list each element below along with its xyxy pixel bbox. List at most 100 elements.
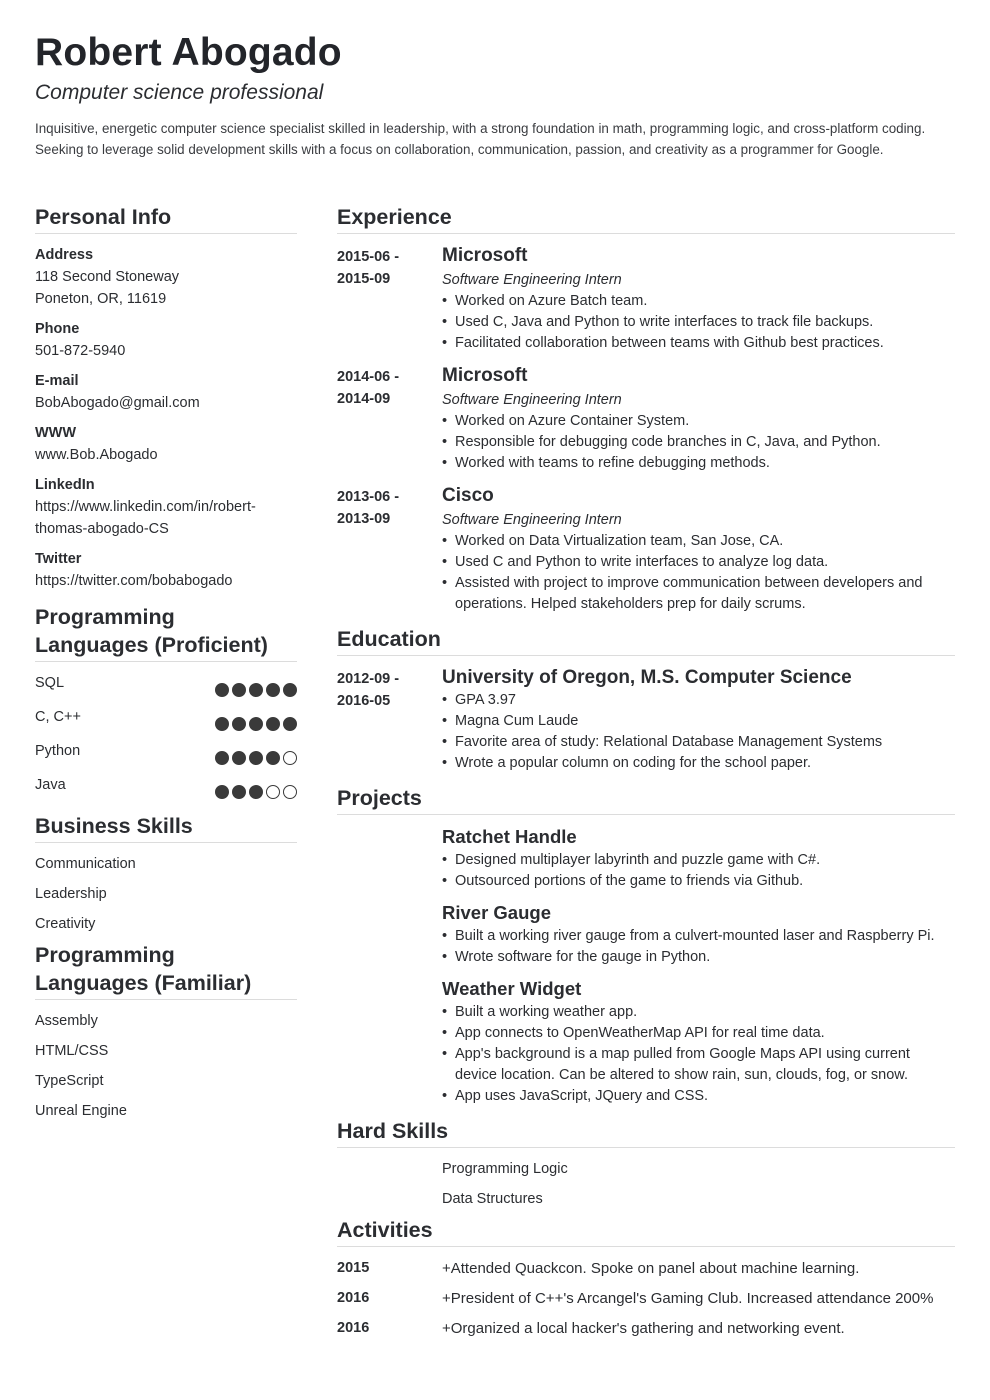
rating-dot-empty-icon [283, 751, 297, 765]
activity-text: +President of C++'s Arcangel's Gaming Cl… [442, 1289, 934, 1307]
education-entry: 2012-09 - 2016-05 University of Oregon, … [337, 666, 955, 774]
list-item: Assembly [35, 1013, 98, 1029]
personal-info-section: Personal Info Address 118 Second Stonewa… [35, 203, 297, 592]
list-item: Unreal Engine [35, 1103, 127, 1119]
list-item: Creativity [35, 916, 96, 932]
rating-dot-filled-icon [232, 785, 246, 799]
candidate-subtitle: Computer science professional [35, 81, 324, 104]
project-entry: Weather Widget Built a working weather a… [442, 977, 955, 1107]
entry-body: Microsoft Software Engineering Intern Wo… [442, 364, 955, 474]
project-entry: Ratchet Handle Designed multiplayer laby… [442, 825, 955, 892]
rating-dot-filled-icon [249, 683, 263, 697]
job-role: Software Engineering Intern [442, 272, 622, 288]
bullet-item: Favorite area of study: Relational Datab… [442, 732, 955, 753]
list-item: HTML/CSS [35, 1043, 109, 1059]
personal-info-twitter: Twitter https://twitter.com/bobabogado [35, 548, 297, 592]
website-link[interactable]: www.Bob.Abogado [35, 444, 297, 466]
education-section: Education 2012-09 - 2016-05 University o… [337, 625, 955, 774]
bullet-item: Magna Cum Laude [442, 711, 955, 732]
email-link[interactable]: BobAbogado@gmail.com [35, 392, 297, 414]
languages-familiar-section: Programming Languages (Familiar) Assembl… [35, 941, 297, 1126]
activity-year: 2016 [337, 1290, 370, 1306]
bullet-item: Wrote software for the gauge in Python. [442, 947, 955, 968]
rating-dot-filled-icon [283, 683, 297, 697]
date-start: 2015-06 - [337, 249, 400, 265]
field-label: E-mail [35, 373, 79, 389]
bullet-item: Worked on Data Virtualization team, San … [442, 531, 955, 552]
rating-dot-filled-icon [232, 717, 246, 731]
hard-skills-section: Hard Skills Programming Logic Data Struc… [337, 1117, 955, 1214]
bullet-item: Worked on Azure Container System. [442, 411, 955, 432]
date-end: 2013-09 [337, 511, 391, 527]
skill-rating [215, 751, 297, 765]
twitter-link[interactable]: https://twitter.com/bobabogado [35, 570, 297, 592]
personal-info-linkedin: LinkedIn https://www.linkedin.com/in/rob… [35, 474, 297, 540]
field-label: Twitter [35, 551, 82, 567]
skill-rating [215, 785, 297, 799]
entry-date: 2015-06 - 2015-09 [337, 244, 442, 354]
activity-row: 2016 +Organized a local hacker's gatheri… [337, 1313, 955, 1343]
bullet-item: Assisted with project to improve communi… [442, 573, 955, 615]
bullet-item: App connects to OpenWeatherMap API for r… [442, 1023, 955, 1044]
rating-dot-empty-icon [266, 785, 280, 799]
section-title: Hard Skills [337, 1117, 955, 1148]
list-item: Data Structures [442, 1191, 543, 1207]
linkedin-link[interactable]: thomas-abogado-CS [35, 518, 297, 540]
date-end: 2016-05 [337, 693, 391, 709]
bullet-item: Worked on Azure Batch team. [442, 291, 955, 312]
rating-dot-filled-icon [266, 751, 280, 765]
bullet-item: Designed multiplayer labyrinth and puzzl… [442, 850, 955, 871]
school-name: University of Oregon, M.S. Computer Scie… [442, 667, 852, 688]
date-start: 2014-06 - [337, 369, 400, 385]
section-title: Business Skills [35, 812, 297, 843]
familiar-language-list: Assembly HTML/CSS TypeScript Unreal Engi… [35, 1006, 297, 1126]
job-role: Software Engineering Intern [442, 392, 622, 408]
entry-date: 2014-06 - 2014-09 [337, 364, 442, 474]
company-name: Cisco [442, 485, 494, 506]
skill-rating [215, 717, 297, 731]
bullet-item: Used C and Python to write interfaces to… [442, 552, 955, 573]
activity-year: 2016 [337, 1320, 370, 1336]
rating-dot-empty-icon [283, 785, 297, 799]
right-column: Experience 2015-06 - 2015-09 Microsoft S… [337, 203, 955, 1343]
bullet-list: Designed multiplayer labyrinth and puzzl… [442, 850, 955, 892]
languages-proficient-section: Programming Languages (Proficient) SQL C… [35, 603, 297, 806]
bullet-list: GPA 3.97 Magna Cum Laude Favorite area o… [442, 690, 955, 774]
activity-text: +Attended Quackcon. Spoke on panel about… [442, 1259, 860, 1277]
project-entry: River Gauge Built a working river gauge … [442, 901, 955, 968]
field-label: LinkedIn [35, 477, 95, 493]
personal-info-www: WWW www.Bob.Abogado [35, 422, 297, 466]
section-title-line: Programming [35, 943, 175, 967]
activity-text: +Organized a local hacker's gathering an… [442, 1319, 845, 1337]
activity-row: 2016 +President of C++'s Arcangel's Gami… [337, 1283, 955, 1313]
rating-dot-filled-icon [215, 683, 229, 697]
bullet-item: Wrote a popular column on coding for the… [442, 753, 955, 774]
hard-skill-list: Programming Logic Data Structures [442, 1154, 955, 1214]
rating-dot-filled-icon [283, 717, 297, 731]
projects-section: Projects Ratchet Handle Designed multipl… [337, 784, 955, 1107]
company-name: Microsoft [442, 365, 528, 386]
company-name: Microsoft [442, 245, 528, 266]
skill-name: C, C++ [35, 709, 81, 725]
experience-entry: 2013-06 - 2013-09 Cisco Software Enginee… [337, 484, 955, 615]
entry-body: University of Oregon, M.S. Computer Scie… [442, 666, 955, 774]
section-title: Projects [337, 784, 955, 815]
rating-dot-filled-icon [266, 717, 280, 731]
bullet-list: Built a working weather app. App connect… [442, 1002, 955, 1107]
activity-row: 2015 +Attended Quackcon. Spoke on panel … [337, 1253, 955, 1283]
linkedin-link[interactable]: https://www.linkedin.com/in/robert- [35, 496, 297, 518]
rating-dot-filled-icon [232, 683, 246, 697]
bullet-list: Worked on Azure Batch team. Used C, Java… [442, 291, 955, 354]
section-title: Programming Languages (Familiar) [35, 941, 297, 1000]
business-skill-list: Communication Leadership Creativity [35, 849, 297, 939]
field-value: 118 Second Stoneway [35, 269, 180, 285]
personal-info-email: E-mail BobAbogado@gmail.com [35, 370, 297, 414]
rating-dot-filled-icon [249, 751, 263, 765]
date-end: 2014-09 [337, 391, 391, 407]
entry-date: 2012-09 - 2016-05 [337, 666, 442, 774]
skill-row: Python [35, 738, 297, 772]
activity-list: 2015 +Attended Quackcon. Spoke on panel … [337, 1253, 955, 1343]
resume-header: Robert Abogado Computer science professi… [35, 30, 955, 160]
personal-info-address: Address 118 Second Stoneway Poneton, OR,… [35, 244, 297, 310]
summary-paragraph: Inquisitive, energetic computer science … [35, 121, 926, 157]
